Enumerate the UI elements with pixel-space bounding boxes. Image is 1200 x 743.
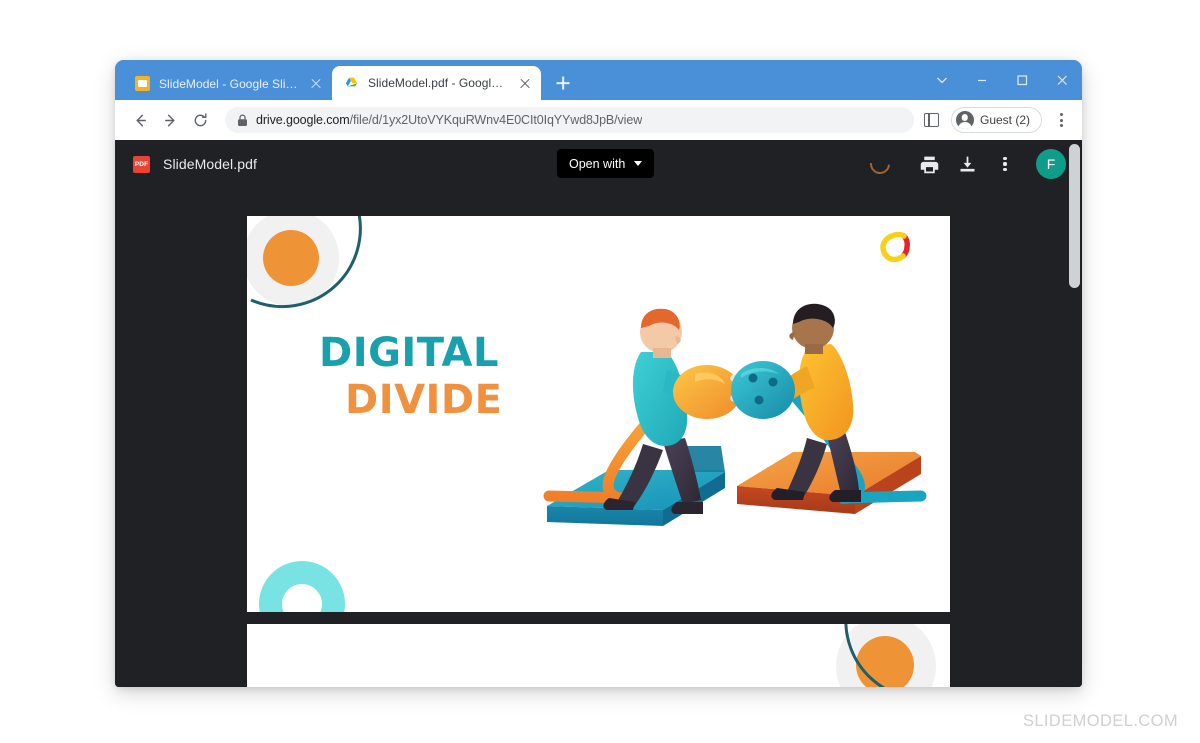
- tab-search-chevron-down-icon[interactable]: [922, 60, 962, 100]
- slidemodel-watermark: SLIDEMODEL.COM: [1022, 712, 1178, 730]
- drive-pdf-viewer: PDF SlideModel.pdf Open with F DIGITAL D…: [115, 140, 1082, 687]
- browser-tab-strip: SlideModel - Google Slides SlideModel.pd…: [115, 60, 1082, 100]
- pdf-page-1: DIGITAL DIVIDE: [247, 216, 950, 612]
- browser-tab-title: SlideModel.pdf - Google Drive: [368, 76, 508, 90]
- address-bar[interactable]: drive.google.com/file/d/1yx2UtoVYKquRWnv…: [225, 107, 914, 133]
- lock-icon: [237, 113, 248, 127]
- viewer-scrollbar[interactable]: [1067, 140, 1082, 687]
- print-icon[interactable]: [912, 147, 946, 181]
- slide-illustration-two-men-exchanging-plug-and-socket: [525, 274, 945, 564]
- slide-title-line-1: DIGITAL: [319, 330, 499, 376]
- scrollbar-thumb[interactable]: [1069, 144, 1080, 288]
- browser-tab-slides[interactable]: SlideModel - Google Slides: [123, 67, 332, 100]
- person-icon: [955, 111, 974, 129]
- slide-title: DIGITAL DIVIDE: [319, 330, 502, 424]
- profile-label: Guest (2): [979, 113, 1030, 127]
- slidemodel-ring-logo: [880, 232, 910, 263]
- download-icon[interactable]: [950, 147, 984, 181]
- google-drive-icon: [344, 76, 359, 91]
- drive-file-name: SlideModel.pdf: [163, 156, 258, 172]
- document-scroll-area[interactable]: DIGITAL DIVIDE: [115, 188, 1082, 687]
- chrome-browser-window: SlideModel - Google Slides SlideModel.pd…: [115, 60, 1082, 687]
- address-bar-url: drive.google.com/file/d/1yx2UtoVYKquRWnv…: [256, 113, 642, 127]
- back-button[interactable]: [127, 107, 153, 133]
- chevron-down-icon: [634, 161, 643, 166]
- slide-title-line-2: DIVIDE: [345, 377, 503, 424]
- pdf-file-type-icon: PDF: [133, 155, 150, 173]
- loading-spinner-icon: [865, 149, 895, 179]
- open-with-button[interactable]: Open with: [557, 149, 655, 178]
- drive-toolbar-actions: F: [865, 140, 1066, 188]
- forward-button[interactable]: [157, 107, 183, 133]
- browser-tab-drive[interactable]: SlideModel.pdf - Google Drive: [332, 66, 541, 100]
- pdf-page-2: [247, 624, 950, 687]
- close-icon[interactable]: [1042, 60, 1082, 100]
- close-icon[interactable]: [308, 76, 324, 92]
- teal-arc-decoration: [844, 624, 886, 687]
- chrome-menu-icon[interactable]: [1050, 107, 1072, 133]
- profile-chip[interactable]: Guest (2): [950, 107, 1042, 133]
- more-options-icon[interactable]: [988, 147, 1022, 181]
- cyan-ring-decoration: [259, 561, 345, 612]
- url-host: drive.google.com: [256, 113, 350, 127]
- minimize-icon[interactable]: [962, 60, 1002, 100]
- reload-button[interactable]: [187, 107, 213, 133]
- screenshot-root: SlideModel - Google Slides SlideModel.pd…: [0, 0, 1200, 743]
- browser-toolbar: drive.google.com/file/d/1yx2UtoVYKquRWnv…: [115, 100, 1082, 140]
- new-tab-button[interactable]: [549, 69, 577, 97]
- window-controls: [922, 60, 1082, 100]
- close-icon[interactable]: [517, 75, 533, 91]
- url-path: /file/d/1yx2UtoVYKquRWnv4E0CIt0IqYYwd8Jp…: [349, 113, 643, 127]
- open-with-label: Open with: [569, 156, 626, 171]
- teal-arc-decoration: [250, 216, 362, 309]
- drive-toolbar: PDF SlideModel.pdf Open with F: [115, 140, 1082, 188]
- google-slides-icon: [135, 76, 150, 91]
- browser-tab-title: SlideModel - Google Slides: [159, 76, 299, 91]
- maximize-icon[interactable]: [1002, 60, 1042, 100]
- avatar[interactable]: F: [1036, 149, 1066, 179]
- side-panel-icon[interactable]: [923, 113, 939, 127]
